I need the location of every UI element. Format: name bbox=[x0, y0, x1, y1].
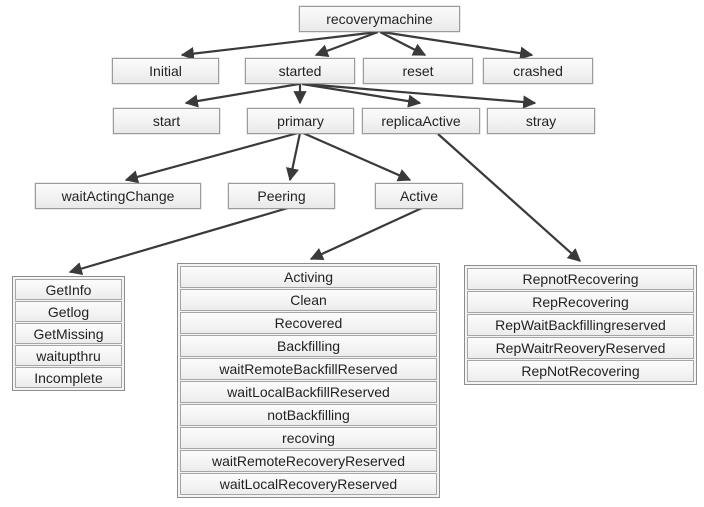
node-label: stray bbox=[525, 113, 557, 129]
node-replicaactive[interactable]: replicaActive bbox=[362, 108, 480, 134]
active-state-row[interactable]: waitLocalBackfillReserved bbox=[180, 381, 437, 403]
list-item-label: Backfilling bbox=[276, 338, 341, 354]
edge-started-replicaactive bbox=[301, 82, 422, 108]
list-item-label: waitLocalBackfillReserved bbox=[227, 384, 390, 400]
node-label: reset bbox=[402, 63, 434, 79]
node-primary[interactable]: primary bbox=[247, 108, 354, 134]
peering-state-row[interactable]: waitupthru bbox=[15, 345, 122, 366]
active-state-row[interactable]: Recovered bbox=[180, 312, 437, 334]
edge-recoverymachine-crashed bbox=[381, 30, 534, 60]
list-item-label: Activing bbox=[283, 269, 334, 285]
list-item-label: notBackfilling bbox=[267, 407, 350, 423]
list-item-label: RepWaitBackfillingreserved bbox=[495, 317, 666, 333]
active-state-row[interactable]: waitRemoteRecoveryReserved bbox=[180, 450, 437, 472]
active-state-row[interactable]: recoving bbox=[180, 427, 437, 449]
node-crashed[interactable]: crashed bbox=[483, 58, 593, 84]
edge-active-activing bbox=[309, 207, 423, 261]
node-waitactingchange[interactable]: waitActingChange bbox=[35, 183, 201, 209]
edge-primary-waitactingchange bbox=[124, 131, 299, 184]
edge-recoverymachine-initial bbox=[180, 30, 379, 61]
list-item-label: waitupthru bbox=[36, 347, 101, 364]
list-item-label: Clean bbox=[290, 292, 327, 308]
active-state-row[interactable]: waitRemoteBackfillReserved bbox=[180, 358, 437, 380]
node-label: Peering bbox=[257, 188, 306, 204]
active-states-list: Activing Clean Recovered Backfilling waitRem… bbox=[177, 263, 440, 498]
node-label: Active bbox=[399, 188, 439, 204]
edge-recoverymachine-reset bbox=[379, 31, 427, 56]
node-stray[interactable]: stray bbox=[487, 108, 595, 134]
edge-started-start bbox=[184, 82, 300, 108]
active-state-row[interactable]: Activing bbox=[180, 266, 437, 288]
list-item-label: waitRemoteBackfillReserved bbox=[219, 361, 398, 377]
edge-primary-active bbox=[302, 131, 412, 182]
node-start[interactable]: start bbox=[113, 108, 220, 134]
active-state-row[interactable]: Backfilling bbox=[180, 335, 437, 357]
node-active[interactable]: Active bbox=[375, 183, 463, 209]
list-item-label: Incomplete bbox=[34, 369, 103, 386]
node-label: start bbox=[152, 113, 181, 129]
peering-state-row[interactable]: Getlog bbox=[15, 301, 122, 322]
list-item-label: Recovered bbox=[274, 315, 343, 331]
replica-state-row[interactable]: RepNotRecovering bbox=[467, 360, 694, 382]
replica-state-row[interactable]: RepnotRecovering bbox=[467, 268, 694, 290]
peering-state-row[interactable]: GetMissing bbox=[15, 323, 122, 344]
peering-state-row[interactable]: Incomplete bbox=[15, 367, 122, 388]
replica-state-row[interactable]: RepWaitrReoveryReserved bbox=[467, 337, 694, 359]
list-item-label: GetInfo bbox=[45, 281, 92, 298]
replica-states-list: RepnotRecovering RepRecovering RepWaitBack… bbox=[464, 265, 697, 385]
replica-state-row[interactable]: RepRecovering bbox=[467, 291, 694, 313]
node-label: started bbox=[278, 63, 322, 79]
list-item-label: RepNotRecovering bbox=[521, 363, 640, 379]
active-state-row[interactable]: Clean bbox=[180, 289, 437, 311]
list-item-label: RepRecovering bbox=[532, 294, 629, 310]
node-recoverymachine[interactable]: recoverymachine bbox=[299, 6, 460, 32]
node-label: Initial bbox=[149, 63, 182, 79]
edge-started-stray bbox=[303, 82, 537, 109]
replica-state-row[interactable]: RepWaitBackfillingreserved bbox=[467, 314, 694, 336]
peering-states-list: GetInfo Getlog GetMissing waitupthru Incompl… bbox=[12, 276, 125, 391]
list-item-label: recoving bbox=[282, 430, 335, 446]
diagram-canvas: recoverymachine Initial started reset cr… bbox=[0, 0, 704, 507]
active-state-row[interactable]: waitLocalRecoveryReserved bbox=[180, 473, 437, 495]
active-state-row[interactable]: notBackfilling bbox=[180, 404, 437, 426]
peering-state-row[interactable]: GetInfo bbox=[15, 279, 122, 300]
edge-primary-peering bbox=[286, 132, 302, 182]
node-reset[interactable]: reset bbox=[363, 58, 473, 84]
node-label: crashed bbox=[513, 63, 563, 79]
list-item-label: GetMissing bbox=[33, 325, 104, 342]
node-label: primary bbox=[277, 113, 324, 129]
node-label: replicaActive bbox=[381, 113, 461, 129]
node-initial[interactable]: Initial bbox=[112, 58, 219, 84]
list-item-label: Getlog bbox=[47, 303, 90, 320]
node-started[interactable]: started bbox=[245, 58, 355, 84]
list-item-label: waitLocalRecoveryReserved bbox=[219, 476, 398, 492]
node-peering[interactable]: Peering bbox=[228, 183, 335, 209]
node-label: waitActingChange bbox=[61, 188, 175, 204]
node-label: recoverymachine bbox=[326, 11, 433, 27]
list-item-label: RepWaitrReoveryReserved bbox=[495, 340, 666, 356]
list-item-label: RepnotRecovering bbox=[522, 271, 639, 287]
edge-recoverymachine-started bbox=[314, 30, 379, 58]
list-item-label: waitRemoteRecoveryReserved bbox=[212, 453, 405, 469]
